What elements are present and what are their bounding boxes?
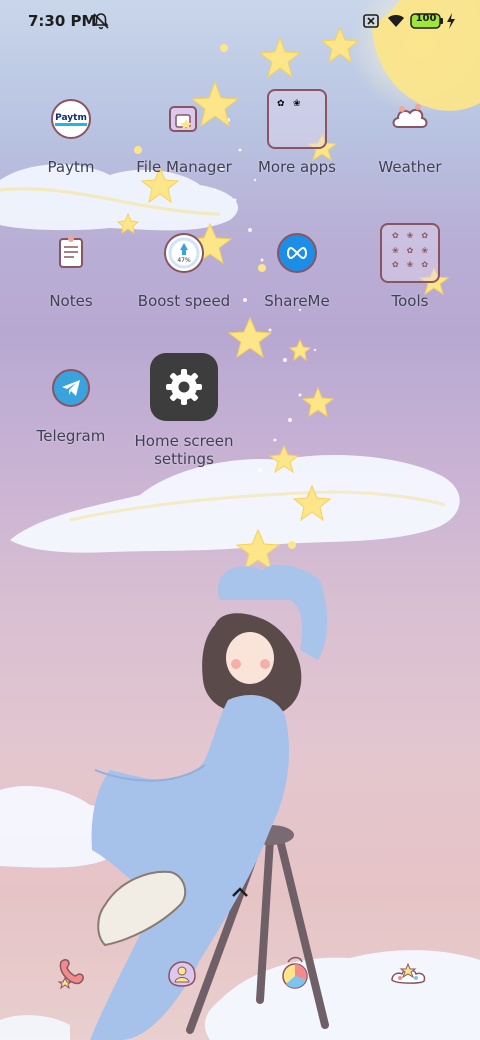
app-paytm[interactable]: Paytm Paytm [14, 88, 128, 176]
app-file-manager[interactable]: File Manager [127, 88, 241, 176]
status-time: 7:30 PM [28, 12, 97, 30]
file-manager-icon [153, 88, 215, 150]
app-weather[interactable]: Weather [353, 88, 467, 176]
battery-icon: 100 [410, 13, 444, 33]
app-label: Telegram [36, 427, 106, 445]
boost-badge: 47% [177, 257, 191, 264]
browser-icon [276, 954, 314, 996]
folder-tools[interactable]: ✿ ❀ ✿ ❀ ✿ ❀ ✿ ❀ ✿ Tools [353, 222, 467, 310]
home-screen: 7:30 PM 100 Paytm Paytm File Manager ✿ ❀… [0, 0, 480, 1040]
dnd-off-icon [92, 12, 110, 34]
app-label: Paytm [47, 158, 95, 176]
paytm-logo-text: Paytm [55, 112, 87, 126]
paytm-icon: Paytm [40, 88, 102, 150]
app-label: File Manager [136, 158, 232, 176]
app-label: Weather [378, 158, 442, 176]
shareme-icon [266, 222, 328, 284]
dock-phone[interactable] [50, 955, 90, 995]
app-notes[interactable]: Notes [14, 222, 128, 310]
app-boost-speed[interactable]: 47% Boost speed [127, 222, 241, 310]
boost-icon: 47% [153, 222, 215, 284]
dock-browser[interactable] [275, 955, 315, 995]
telegram-icon [40, 357, 102, 419]
weather-icon [379, 88, 441, 150]
app-label: Home screen settings [134, 432, 234, 468]
gallery-icon [388, 954, 428, 996]
no-sim-icon [362, 12, 380, 34]
app-label: ShareMe [264, 292, 330, 310]
wifi-icon [386, 12, 406, 34]
app-telegram[interactable]: Telegram [14, 357, 128, 445]
dock-gallery[interactable] [388, 955, 428, 995]
charging-icon [446, 12, 456, 34]
app-label: Tools [391, 292, 429, 310]
app-home-screen-settings[interactable]: Home screen settings [127, 352, 241, 468]
app-label: Notes [49, 292, 93, 310]
notes-icon [40, 222, 102, 284]
app-label: Boost speed [137, 292, 231, 310]
chevron-up-icon[interactable] [230, 884, 250, 898]
app-label: More apps [257, 158, 336, 176]
status-bar: 7:30 PM 100 [0, 0, 480, 44]
folder-more-apps[interactable]: ✿ ❀ More apps [240, 88, 354, 176]
folder-icon: ✿ ❀ ✿ ❀ ✿ ❀ ✿ ❀ ✿ [379, 222, 441, 284]
app-shareme[interactable]: ShareMe [240, 222, 354, 310]
phone-icon [51, 954, 89, 996]
folder-icon: ✿ ❀ [266, 88, 328, 150]
battery-level: 100 [415, 13, 437, 24]
gear-icon [149, 352, 219, 422]
contacts-icon [163, 954, 201, 996]
dock-contacts[interactable] [162, 955, 202, 995]
